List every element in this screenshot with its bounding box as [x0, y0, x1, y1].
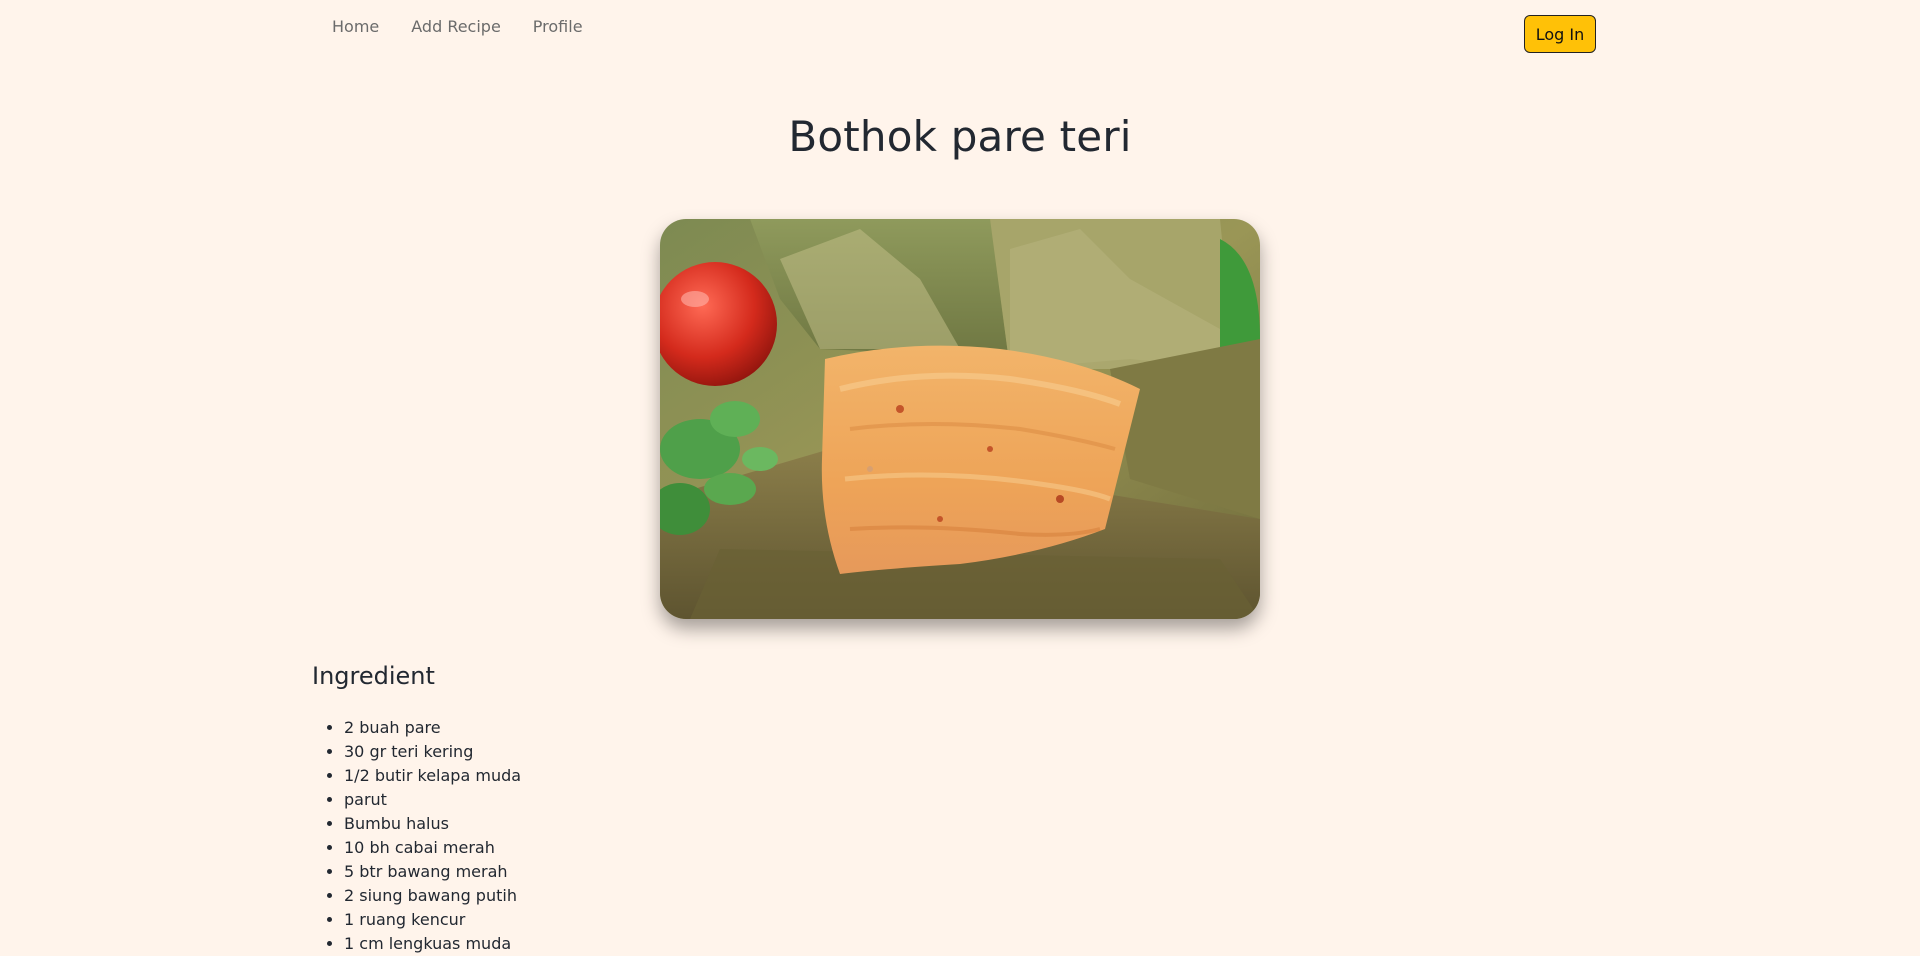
- login-button[interactable]: Log In: [1524, 15, 1596, 53]
- food-photo-icon: [660, 219, 1260, 619]
- ingredient-item: 2 siung bawang putih: [344, 884, 521, 908]
- ingredient-item: 10 bh cabai merah: [344, 836, 521, 860]
- ingredients-heading: Ingredient: [312, 662, 435, 690]
- ingredient-item: 30 gr teri kering: [344, 740, 521, 764]
- ingredient-item: 1/2 butir kelapa muda: [344, 764, 521, 788]
- top-navbar: Home Add Recipe Profile Log In: [0, 0, 1920, 60]
- recipe-title: Bothok pare teri: [788, 112, 1132, 161]
- ingredient-item: 2 buah pare: [344, 716, 521, 740]
- ingredient-list: 2 buah pare 30 gr teri kering 1/2 butir …: [312, 716, 521, 956]
- ingredient-item: 5 btr bawang merah: [344, 860, 521, 884]
- recipe-image: [660, 219, 1260, 619]
- nav-link-profile[interactable]: Profile: [517, 14, 599, 40]
- ingredient-item: 1 ruang kencur: [344, 908, 521, 932]
- ingredient-item: 1 cm lengkuas muda: [344, 932, 521, 956]
- ingredient-item: parut: [344, 788, 521, 812]
- nav-links: Home Add Recipe Profile: [316, 14, 599, 40]
- ingredient-item: Bumbu halus: [344, 812, 521, 836]
- nav-link-add-recipe[interactable]: Add Recipe: [395, 14, 517, 40]
- nav-link-home[interactable]: Home: [316, 14, 395, 40]
